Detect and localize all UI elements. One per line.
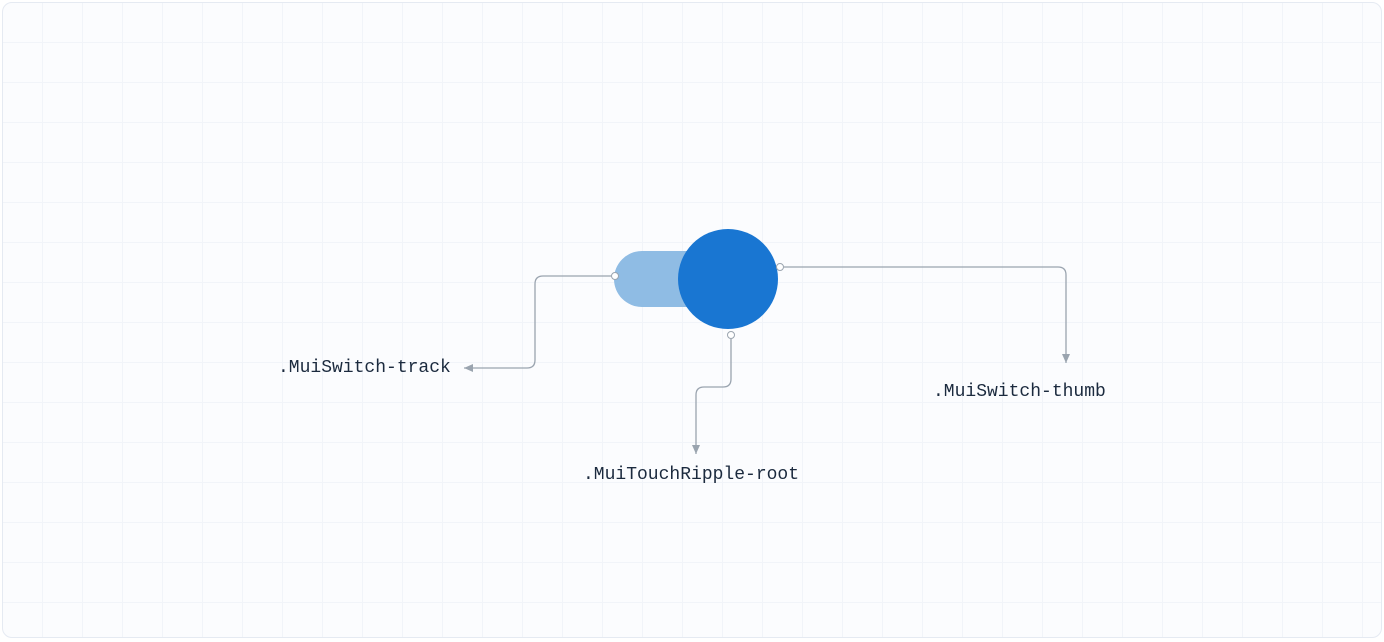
diagram-frame: .MuiSwitch-track .MuiSwitch-thumb .MuiTo… xyxy=(2,2,1382,638)
label-switch-thumb: .MuiSwitch-thumb xyxy=(933,382,1106,402)
label-touch-ripple: .MuiTouchRipple-root xyxy=(583,465,799,485)
connector-hub-track xyxy=(611,272,619,280)
mui-switch[interactable] xyxy=(602,229,777,329)
label-switch-track: .MuiSwitch-track xyxy=(278,358,451,378)
connector-hub-thumb xyxy=(776,263,784,271)
switch-thumb xyxy=(678,229,778,329)
connector-hub-ripple xyxy=(727,331,735,339)
